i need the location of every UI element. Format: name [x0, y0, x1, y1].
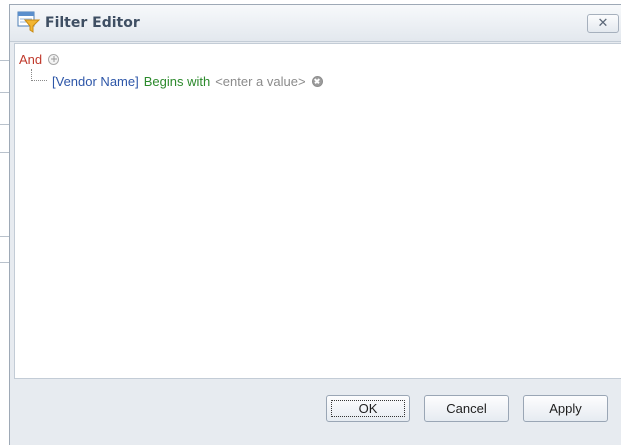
- condition-value-input[interactable]: <enter a value>: [215, 74, 305, 89]
- plus-circle-icon[interactable]: [48, 53, 60, 65]
- filter-editor-dialog: Filter Editor ✕ And [Vendor Name] Begins…: [9, 4, 621, 445]
- filter-tree-panel[interactable]: And [Vendor Name] Begins with <enter a v…: [14, 43, 621, 379]
- dialog-title: Filter Editor: [45, 15, 140, 31]
- apply-button-label: Apply: [549, 401, 582, 416]
- remove-circle-icon[interactable]: [311, 75, 323, 87]
- close-button[interactable]: ✕: [587, 14, 619, 33]
- root-group-row: And: [19, 50, 60, 68]
- cancel-button[interactable]: Cancel: [424, 395, 509, 422]
- close-icon: ✕: [597, 16, 609, 31]
- ok-button[interactable]: OK: [326, 395, 410, 422]
- tree-connector: [31, 69, 47, 81]
- group-operator-link[interactable]: And: [19, 52, 42, 67]
- condition-field-link[interactable]: [Vendor Name]: [52, 74, 139, 89]
- filter-editor-icon: [17, 10, 41, 34]
- condition-row: [Vendor Name] Begins with <enter a value…: [52, 72, 323, 90]
- apply-button[interactable]: Apply: [523, 395, 608, 422]
- cancel-button-label: Cancel: [446, 401, 487, 416]
- title-bar[interactable]: Filter Editor ✕: [10, 5, 621, 42]
- focus-rectangle: [331, 400, 405, 417]
- condition-operation-link[interactable]: Begins with: [144, 74, 210, 89]
